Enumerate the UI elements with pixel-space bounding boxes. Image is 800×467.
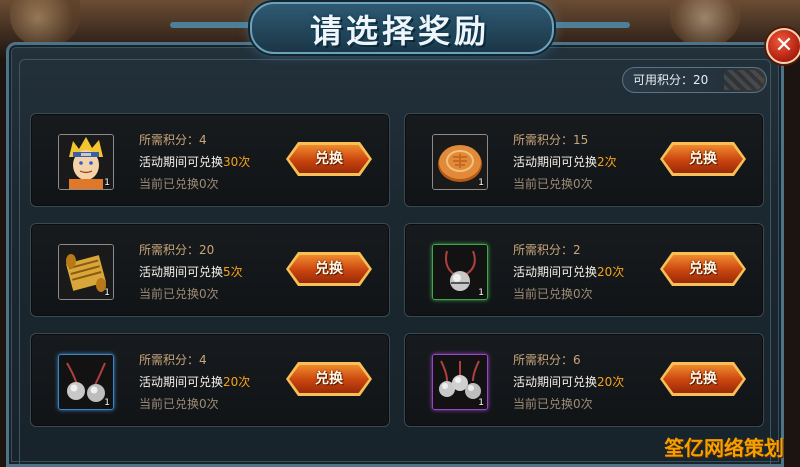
required-points: 所需积分：4 (139, 353, 207, 367)
exchange-button[interactable]: 兑换 (286, 252, 372, 286)
reward-card: 1 所需积分：4 活动期间可兑换30次 当前已兑换0次 兑换 (30, 113, 390, 207)
item-count: 1 (478, 288, 484, 298)
exchanged-count: 当前已兑换0次 (513, 177, 593, 191)
reward-item-slot[interactable]: 1 (58, 244, 114, 300)
reward-card: 1 所需积分：4 活动期间可兑换20次 当前已兑换0次 兑换 (30, 333, 390, 427)
exchange-button[interactable]: 兑换 (660, 142, 746, 176)
exchange-button-label: 兑换 (689, 371, 717, 387)
exchanged-count: 当前已兑换0次 (139, 177, 219, 191)
reward-item-slot[interactable]: 1 (432, 244, 488, 300)
exchanged-count: 当前已兑换0次 (139, 287, 219, 301)
reward-item-slot[interactable]: 1 (58, 354, 114, 410)
exchange-button-label: 兑换 (315, 151, 343, 167)
available-points-bar: 可用积分：20 (622, 67, 767, 93)
exchanged-count: 当前已兑换0次 (513, 287, 593, 301)
reward-info: 所需积分：20 活动期间可兑换5次 当前已兑换0次 (139, 239, 309, 305)
required-points: 所需积分：4 (139, 133, 207, 147)
exchange-limit: 活动期间可兑换2次 (513, 155, 617, 169)
reward-item-slot[interactable]: 1 (432, 134, 488, 190)
exchange-button-label: 兑换 (315, 261, 343, 277)
reward-card: 1 所需积分：20 活动期间可兑换5次 当前已兑换0次 兑换 (30, 223, 390, 317)
exchange-limit: 活动期间可兑换30次 (139, 155, 251, 169)
points-bar-pattern (724, 70, 764, 90)
reward-card: 1 所需积分：6 活动期间可兑换20次 当前已兑换0次 兑换 (404, 333, 764, 427)
item-count: 1 (104, 288, 110, 298)
close-icon: ✕ (774, 33, 794, 58)
required-points: 所需积分：20 (139, 243, 215, 257)
reward-card: 1 所需积分：15 活动期间可兑换2次 当前已兑换0次 兑换 (404, 113, 764, 207)
exchanged-count: 当前已兑换0次 (513, 397, 593, 411)
reward-info: 所需积分：4 活动期间可兑换30次 当前已兑换0次 (139, 129, 309, 195)
required-points: 所需积分：6 (513, 353, 581, 367)
reward-info: 所需积分：4 活动期间可兑换20次 当前已兑换0次 (139, 349, 309, 415)
exchanged-count: 当前已兑换0次 (139, 397, 219, 411)
reward-info: 所需积分：2 活动期间可兑换20次 当前已兑换0次 (513, 239, 683, 305)
dialog-title: 请选择奖励 (309, 12, 490, 50)
item-count: 1 (478, 178, 484, 188)
available-points-text: 可用积分：20 (633, 73, 709, 87)
title-wing-left (170, 22, 260, 28)
exchange-button-label: 兑换 (689, 151, 717, 167)
exchange-button[interactable]: 兑换 (660, 362, 746, 396)
item-count: 1 (104, 398, 110, 408)
exchange-limit: 活动期间可兑换20次 (513, 375, 625, 389)
exchange-button-label: 兑换 (315, 371, 343, 387)
exchange-button-label: 兑换 (689, 261, 717, 277)
reward-info: 所需积分：6 活动期间可兑换20次 当前已兑换0次 (513, 349, 683, 415)
exchange-limit: 活动期间可兑换20次 (139, 375, 251, 389)
reward-item-slot[interactable]: 1 (58, 134, 114, 190)
reward-info: 所需积分：15 活动期间可兑换2次 当前已兑换0次 (513, 129, 683, 195)
item-count: 1 (104, 178, 110, 188)
exchange-button[interactable]: 兑换 (286, 362, 372, 396)
exchange-limit: 活动期间可兑换5次 (139, 265, 243, 279)
watermark: 筌亿网络策划 (664, 436, 784, 460)
item-count: 1 (478, 398, 484, 408)
reward-card: 1 所需积分：2 活动期间可兑换20次 当前已兑换0次 兑换 (404, 223, 764, 317)
reward-item-slot[interactable]: 1 (432, 354, 488, 410)
exchange-button[interactable]: 兑换 (286, 142, 372, 176)
required-points: 所需积分：15 (513, 133, 589, 147)
exchange-button[interactable]: 兑换 (660, 252, 746, 286)
close-button[interactable]: ✕ (766, 28, 800, 64)
required-points: 所需积分：2 (513, 243, 581, 257)
exchange-limit: 活动期间可兑换20次 (513, 265, 625, 279)
